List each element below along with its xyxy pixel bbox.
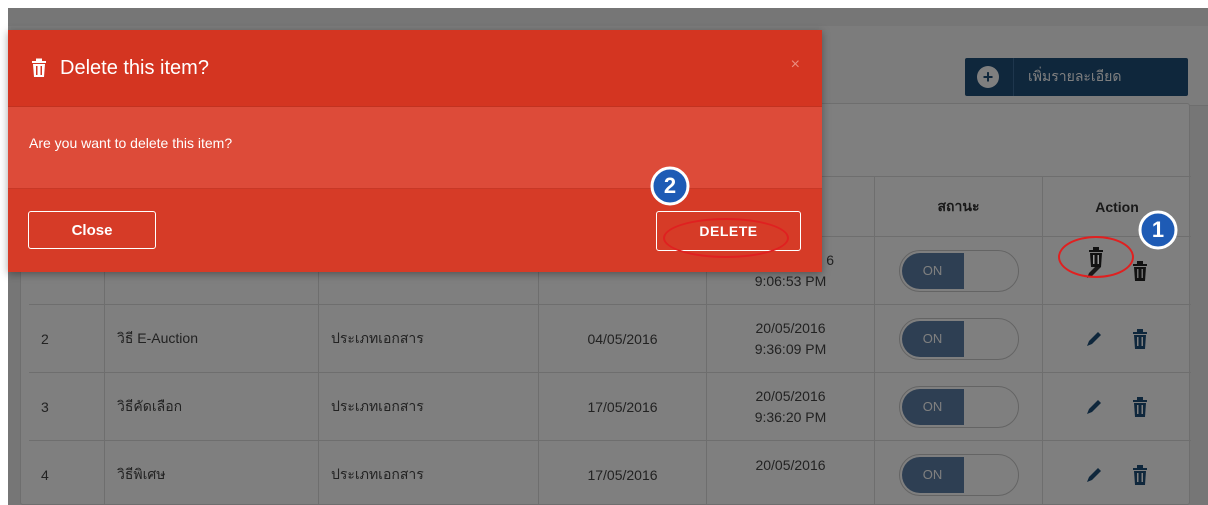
trash-icon	[32, 58, 46, 77]
step-2-badge-icon: 2	[650, 166, 690, 206]
step-1-label: 1	[1152, 217, 1164, 242]
annotation-ring-trash	[1058, 236, 1134, 278]
step-2-label: 2	[664, 173, 676, 198]
modal-close-x-icon[interactable]: ×	[791, 56, 800, 74]
modal-title: Delete this item?	[60, 56, 209, 79]
modal-body: Are you want to delete this item?	[8, 107, 822, 188]
modal-message: Are you want to delete this item?	[29, 135, 233, 151]
close-button[interactable]: Close	[28, 211, 156, 249]
modal-header: Delete this item? ×	[8, 30, 822, 107]
step-1-badge-icon: 1	[1138, 210, 1178, 250]
annotation-ring-delete	[663, 218, 789, 258]
